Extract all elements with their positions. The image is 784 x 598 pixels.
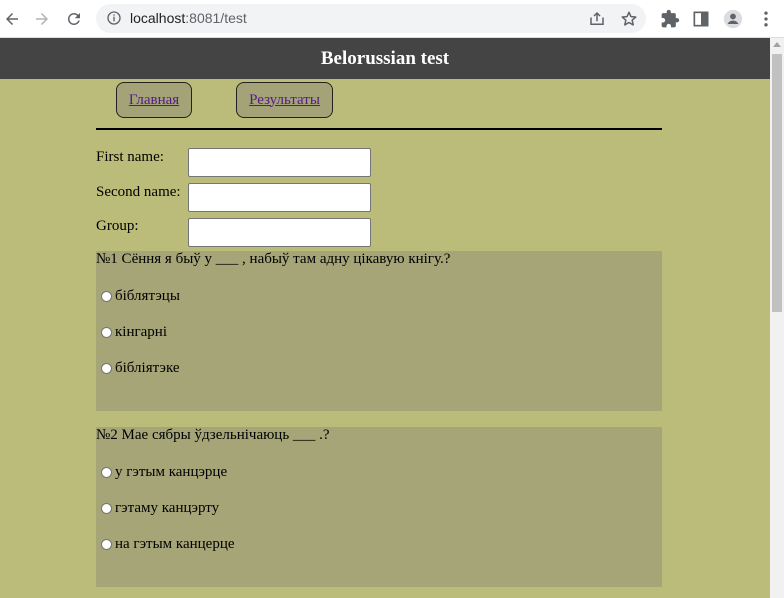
profile-avatar-icon[interactable] — [723, 9, 743, 29]
radio-button[interactable] — [101, 327, 112, 338]
question-1-title: №1 Сёння я быў у ___ , набыў там адну ці… — [96, 251, 451, 267]
scroll-up-arrow-icon[interactable] — [773, 42, 781, 47]
menu-kebab-icon[interactable] — [756, 9, 776, 29]
question-2-option-1[interactable]: у гэтым канцэрце — [101, 464, 227, 481]
scrollbar-thumb[interactable] — [772, 54, 782, 312]
question-1: №1 Сёння я быў у ___ , набыў там адну ці… — [96, 251, 662, 411]
option-label: кінгарні — [115, 324, 167, 340]
page-title: Belorussian test — [320, 47, 450, 69]
arrow-right-icon — [36, 13, 48, 25]
first-name-label: First name: — [96, 149, 164, 165]
radio-button[interactable] — [101, 291, 112, 302]
reload-icon — [67, 12, 80, 25]
results-link[interactable]: Результаты — [249, 92, 320, 109]
back-button[interactable] — [2, 9, 22, 29]
address-bar[interactable]: localhost:8081/test — [96, 4, 646, 33]
question-2-option-2[interactable]: гэтаму канцэрту — [101, 500, 219, 517]
arrow-left-icon — [6, 13, 18, 25]
group-field[interactable] — [188, 218, 371, 247]
radio-button[interactable] — [101, 539, 112, 550]
page-header: Belorussian test — [0, 38, 770, 79]
reload-button[interactable] — [64, 9, 84, 29]
question-1-option-1[interactable]: бiблятэцы — [101, 288, 180, 305]
option-label: бiблятэцы — [115, 288, 180, 304]
forward-button[interactable] — [32, 9, 52, 29]
radio-button[interactable] — [101, 363, 112, 374]
first-name-field[interactable] — [188, 148, 371, 177]
question-1-option-3[interactable]: бібліятэке — [101, 360, 180, 377]
share-icon[interactable] — [588, 10, 606, 28]
option-label: гэтаму канцэрту — [115, 500, 220, 516]
extensions-icon[interactable] — [660, 9, 680, 29]
url-text: localhost:8081/test — [130, 10, 247, 26]
vertical-scrollbar[interactable] — [770, 38, 784, 598]
second-name-label: Second name: — [96, 184, 181, 200]
browser-toolbar: localhost:8081/test — [0, 0, 784, 38]
option-label: на гэтым канцерце — [115, 536, 235, 552]
radio-button[interactable] — [101, 503, 112, 514]
info-icon[interactable] — [106, 10, 122, 26]
nav-results-box[interactable]: Результаты — [236, 82, 333, 118]
second-name-field[interactable] — [188, 183, 371, 212]
question-2-title: №2 Мае сябры ўдзельнічаюць ___ .? — [96, 427, 330, 443]
nav-home-box[interactable]: Главная — [116, 82, 192, 118]
question-1-option-2[interactable]: кінгарні — [101, 324, 167, 341]
side-panel-icon[interactable] — [691, 9, 711, 29]
radio-button[interactable] — [101, 467, 112, 478]
option-label: у гэтым канцэрце — [115, 464, 228, 480]
option-label: бібліятэке — [115, 360, 180, 376]
question-2: №2 Мае сябры ўдзельнічаюць ___ .? у гэты… — [96, 427, 662, 587]
header-divider — [96, 128, 662, 130]
group-label: Group: — [96, 218, 139, 234]
home-link[interactable]: Главная — [129, 92, 179, 109]
star-icon[interactable] — [620, 10, 638, 28]
question-2-option-3[interactable]: на гэтым канцерце — [101, 536, 235, 553]
